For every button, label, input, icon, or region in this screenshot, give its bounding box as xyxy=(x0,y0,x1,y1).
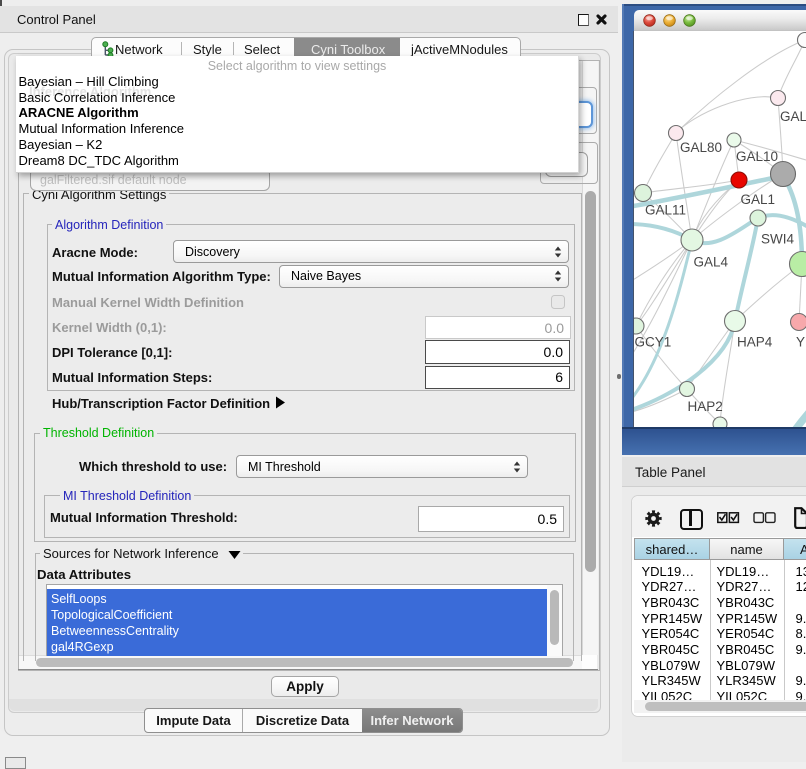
svg-text:GAL80: GAL80 xyxy=(680,140,722,155)
svg-text:GAL4: GAL4 xyxy=(694,255,729,270)
svg-text:GAL11: GAL11 xyxy=(645,203,686,218)
svg-text:GCY1: GCY1 xyxy=(635,335,672,350)
svg-text:HAP2: HAP2 xyxy=(688,399,723,414)
svg-text:Y: Y xyxy=(796,335,805,350)
svg-text:HAP4: HAP4 xyxy=(737,335,773,350)
svg-text:SWI4: SWI4 xyxy=(761,232,794,247)
svg-text:GAL10: GAL10 xyxy=(736,149,778,164)
svg-text:GAL80: GAL80 xyxy=(780,109,806,124)
svg-text:GAL1: GAL1 xyxy=(741,192,776,207)
